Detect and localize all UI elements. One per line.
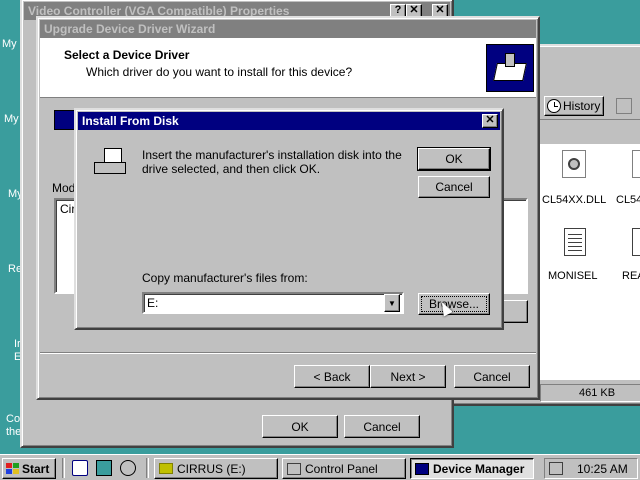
wizard-cancel-button[interactable]: Cancel	[454, 365, 530, 388]
folder-icon	[159, 463, 173, 474]
start-button[interactable]: Start	[2, 458, 56, 479]
install-ok-button[interactable]: OK	[417, 147, 491, 171]
file-label-read-partial[interactable]: READ	[622, 270, 640, 282]
channels-quicklaunch-icon[interactable]	[120, 460, 136, 476]
history-icon	[547, 99, 561, 113]
quicklaunch-divider	[62, 458, 65, 478]
dropdown-arrow-icon[interactable]: ▼	[384, 294, 400, 312]
properties-cancel-button[interactable]: Cancel	[344, 415, 420, 438]
clock: 10:25 AM	[577, 462, 628, 476]
file-icon-partial[interactable]	[632, 150, 640, 178]
file-label-monisel[interactable]: MONISEL	[548, 270, 598, 282]
wizard-next-button[interactable]: Next >	[370, 365, 446, 388]
task-control-panel-label: Control Panel	[305, 461, 378, 476]
task-device-manager-label: Device Manager	[433, 461, 525, 476]
desktop-label-connect[interactable]: Co the	[6, 413, 21, 439]
wizard-separator	[40, 352, 536, 354]
windows-logo-icon	[6, 463, 19, 474]
browse-button[interactable]: Browse...	[418, 293, 490, 315]
hardware-wizard-icon	[486, 44, 534, 92]
start-label: Start	[22, 461, 50, 476]
install-title: Install From Disk	[82, 114, 179, 128]
file-label-cl54xx-dll[interactable]: CL54XX.DLL	[542, 194, 606, 206]
system-tray: 10:25 AM	[544, 458, 638, 479]
floppy-drive-icon	[94, 148, 126, 176]
task-control-panel[interactable]: Control Panel	[282, 458, 406, 479]
wizard-back-button[interactable]: < Back	[294, 365, 370, 388]
desktop-quicklaunch-icon[interactable]	[96, 460, 112, 476]
install-from-disk-dialog: Install From Disk ✕ Insert the manufactu…	[74, 108, 504, 330]
wizard-heading: Select a Device Driver	[64, 48, 190, 62]
install-instruction: Insert the manufacturer's installation d…	[142, 148, 402, 176]
properties-ok-button[interactable]: OK	[262, 415, 338, 438]
copy-files-label: Copy manufacturer's files from:	[142, 271, 308, 285]
task-cirrus-label: CIRRUS (E:)	[177, 461, 246, 476]
history-label: History	[563, 99, 601, 113]
explorer-status-bar: 461 KB	[540, 384, 640, 402]
tasks-divider	[146, 458, 149, 478]
wizard-header: Select a Device Driver Which driver do y…	[40, 38, 536, 98]
task-cirrus[interactable]: CIRRUS (E:)	[154, 458, 278, 479]
path-value: E:	[147, 296, 159, 310]
readme-file-icon[interactable]	[632, 228, 640, 256]
history-button[interactable]: History	[544, 96, 604, 116]
file-label-cl54-partial[interactable]: CL54	[616, 194, 640, 206]
wizard-titlebar: Upgrade Device Driver Wizard	[40, 20, 536, 38]
tray-network-icon[interactable]	[549, 462, 563, 475]
text-file-icon[interactable]	[564, 228, 586, 256]
wizard-title: Upgrade Device Driver Wizard	[44, 22, 216, 36]
dll-file-icon[interactable]	[562, 150, 586, 178]
taskbar: Start CIRRUS (E:) Control Panel Device M…	[0, 454, 640, 480]
device-manager-icon	[415, 462, 429, 475]
views-icon[interactable]	[616, 98, 632, 114]
ie-quicklaunch-icon[interactable]	[72, 460, 88, 476]
status-size: 461 KB	[579, 387, 616, 399]
install-titlebar: Install From Disk	[78, 112, 500, 130]
explorer-file-pane: CL54XX.DLL CL54 MONISEL READ	[540, 144, 640, 380]
install-close-button[interactable]: ✕	[482, 114, 498, 128]
control-panel-icon	[287, 462, 301, 475]
desktop-label-mycomputer[interactable]: My	[4, 113, 19, 125]
wizard-subheading: Which driver do you want to install for …	[86, 65, 353, 79]
install-cancel-button[interactable]: Cancel	[418, 176, 490, 198]
path-combobox[interactable]: E: ▼	[142, 292, 404, 314]
task-device-manager[interactable]: Device Manager	[410, 458, 534, 479]
